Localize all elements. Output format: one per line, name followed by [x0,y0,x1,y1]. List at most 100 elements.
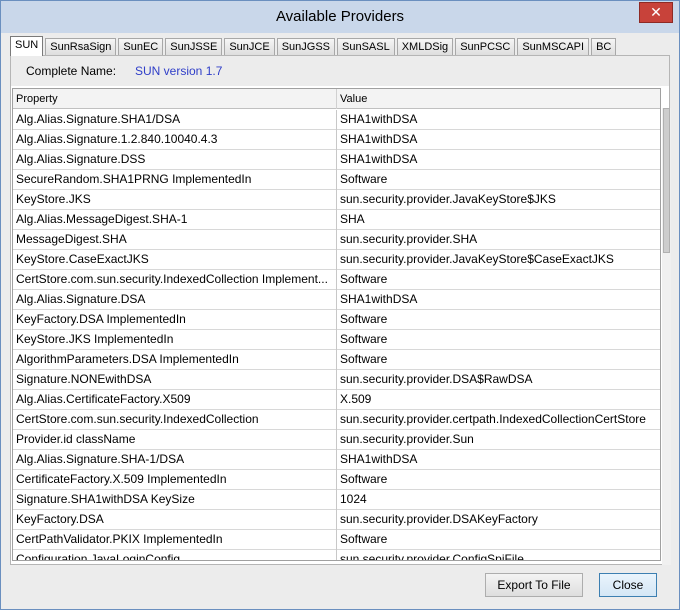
value-cell: SHA1withDSA [340,152,418,166]
table-row[interactable]: Signature.NONEwithDSA sun.security.provid… [13,370,660,390]
vertical-scrollbar[interactable] [662,108,671,566]
property-cell: Alg.Alias.Signature.DSA [13,290,337,310]
value-cell: sun.security.provider.certpath.IndexedCo… [340,412,646,426]
table-row[interactable]: KeyStore.CaseExactJKS sun.security.provid… [13,250,660,270]
tab-sunmscapi[interactable]: SunMSCAPI [517,38,590,56]
tab-sunsasl[interactable]: SunSASL [337,38,395,56]
table-row[interactable]: Provider.id className sun.security.provid… [13,430,660,450]
value-cell: 1024 [340,492,367,506]
title-bar[interactable]: Available Providers ✕ [1,1,679,33]
complete-name-value: SUN version 1.7 [135,64,223,78]
value-cell: Software [340,332,388,346]
table-row[interactable]: Alg.Alias.Signature.SHA-1/DSA SHA1withDSA [13,450,660,470]
value-cell: sun.security.provider.JavaKeyStore$CaseE… [340,252,614,266]
provider-tabs: SUN SunRsaSign SunEC SunJSSE SunJCE SunJGSS Su… [10,36,618,56]
table-row[interactable]: CertPathValidator.PKIX ImplementedIn Soft… [13,530,660,550]
property-cell: CertStore.com.sun.security.IndexedCollec… [13,410,337,430]
table-row[interactable]: Alg.Alias.Signature.DSA SHA1withDSA [13,290,660,310]
value-cell: SHA1withDSA [340,292,418,306]
table-row[interactable]: Alg.Alias.CertificateFactory.X509 X.509 [13,390,660,410]
property-cell: KeyStore.JKS [13,190,337,210]
table-row[interactable]: Alg.Alias.Signature.DSS SHA1withDSA [13,150,660,170]
table-body: Alg.Alias.Signature.SHA1/DSA SHA1withDSA A… [13,110,660,561]
tab-panel: Complete Name: SUN version 1.7 Property … [10,55,671,566]
table-header: Property Value [13,89,660,109]
providers-window: Available Providers ✕ SUN SunRsaSign SunEC… [0,0,680,610]
tab-sunjgss[interactable]: SunJGSS [276,38,336,56]
property-cell: KeyStore.JKS ImplementedIn [13,330,337,350]
table-row[interactable]: Alg.Alias.MessageDigest.SHA-1 SHA [13,210,660,230]
property-cell: Alg.Alias.Signature.SHA1/DSA [13,110,337,130]
property-cell: KeyFactory.DSA ImplementedIn [13,310,337,330]
column-header-value[interactable]: Value [337,89,660,109]
value-cell: sun.security.provider.DSA$RawDSA [340,372,533,386]
complete-name-bar: Complete Name: SUN version 1.7 [11,56,669,86]
value-cell: SHA1withDSA [340,452,418,466]
property-cell: CertStore.com.sun.security.IndexedCollec… [13,270,337,290]
export-to-file-button[interactable]: Export To File [485,573,583,597]
table-row[interactable]: Alg.Alias.Signature.1.2.840.10040.4.3 SHA… [13,130,660,150]
value-cell: Software [340,532,388,546]
tab-xmldsig[interactable]: XMLDSig [396,38,454,56]
value-cell: sun.security.provider.ConfigSpiFile [340,552,524,561]
table-row[interactable]: Configuration.JavaLoginConfig sun.securit… [13,550,660,561]
scrollbar-thumb[interactable] [663,108,670,253]
tab-sunpcsc[interactable]: SunPCSC [455,38,516,56]
value-cell: Software [340,312,388,326]
table-row[interactable]: AlgorithmParameters.DSA ImplementedIn Sof… [13,350,660,370]
property-cell: Alg.Alias.Signature.SHA-1/DSA [13,450,337,470]
table-row[interactable]: KeyStore.JKS sun.security.provider.JavaKe… [13,190,660,210]
value-cell: Software [340,272,388,286]
tab-sunjce[interactable]: SunJCE [224,38,275,56]
property-cell: KeyFactory.DSA [13,510,337,530]
value-cell: X.509 [340,392,372,406]
tab-sunjsse[interactable]: SunJSSE [165,38,223,56]
property-cell: Signature.SHA1withDSA KeySize [13,490,337,510]
property-cell: CertificateFactory.X.509 ImplementedIn [13,470,337,490]
property-cell: Alg.Alias.Signature.DSS [13,150,337,170]
value-cell: sun.security.provider.SHA [340,232,478,246]
property-cell: MessageDigest.SHA [13,230,337,250]
tab-sunrsasign[interactable]: SunRsaSign [45,38,117,56]
value-cell: SHA1withDSA [340,112,418,126]
property-cell: Configuration.JavaLoginConfig [13,550,337,560]
table-row[interactable]: MessageDigest.SHA sun.security.provider.S… [13,230,660,250]
table-row[interactable]: CertificateFactory.X.509 ImplementedIn So… [13,470,660,490]
table-row[interactable]: CertStore.com.sun.security.IndexedCollec… [13,270,660,290]
value-cell: Software [340,172,388,186]
tab-sun[interactable]: SUN [10,36,44,56]
table-row[interactable]: KeyStore.JKS ImplementedIn Software [13,330,660,350]
properties-table: Property Value Alg.Alias.Signature.SHA1/… [12,88,661,561]
property-cell: CertPathValidator.PKIX ImplementedIn [13,530,337,550]
table-row[interactable]: Signature.SHA1withDSA KeySize 1024 [13,490,660,510]
window-title: Available Providers [275,8,405,25]
close-button[interactable]: Close [599,573,657,597]
property-cell: KeyStore.CaseExactJKS [13,250,337,270]
complete-name-label: Complete Name: [26,64,117,78]
dialog-content: SUN SunRsaSign SunEC SunJSSE SunJCE SunJGSS Su… [8,33,672,605]
value-cell: sun.security.provider.DSAKeyFactory [340,512,538,526]
value-cell: SHA [340,212,365,226]
property-cell: Alg.Alias.Signature.1.2.840.10040.4.3 [13,130,337,150]
property-cell: AlgorithmParameters.DSA ImplementedIn [13,350,337,370]
property-cell: Alg.Alias.CertificateFactory.X509 [13,390,337,410]
window-close-button[interactable]: ✕ [639,2,673,23]
value-cell: Software [340,352,388,366]
table-row[interactable]: SecureRandom.SHA1PRNG ImplementedIn Softw… [13,170,660,190]
value-cell: sun.security.provider.JavaKeyStore$JKS [340,192,556,206]
button-bar: Export To File Close [8,565,672,605]
value-cell: Software [340,472,388,486]
property-cell: Alg.Alias.MessageDigest.SHA-1 [13,210,337,230]
tab-sunec[interactable]: SunEC [118,38,164,56]
property-cell: SecureRandom.SHA1PRNG ImplementedIn [13,170,337,190]
column-header-property[interactable]: Property [13,89,337,109]
table-row[interactable]: KeyFactory.DSA sun.security.provider.DSAK… [13,510,660,530]
property-cell: Provider.id className [13,430,337,450]
table-row[interactable]: Alg.Alias.Signature.SHA1/DSA SHA1withDSA [13,110,660,130]
tab-bc[interactable]: BC [591,38,617,56]
table-row[interactable]: KeyFactory.DSA ImplementedIn Software [13,310,660,330]
value-cell: SHA1withDSA [340,132,418,146]
table-row[interactable]: CertStore.com.sun.security.IndexedCollec… [13,410,660,430]
property-cell: Signature.NONEwithDSA [13,370,337,390]
value-cell: sun.security.provider.Sun [340,432,474,446]
